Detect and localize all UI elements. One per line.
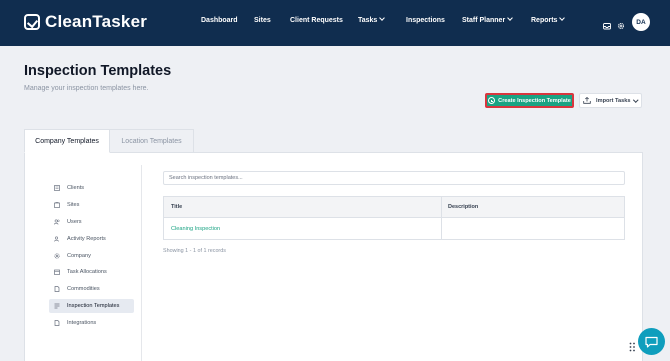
records-count: Showing 1 - 1 of 1 records — [163, 248, 226, 254]
gear-icon[interactable] — [617, 17, 625, 30]
sidebar-item-task-allocations[interactable]: Task Allocations — [49, 265, 134, 279]
sidebar-item-label: Activity Reports — [67, 236, 106, 242]
nav-staff-planner-label: Staff Planner — [462, 17, 506, 24]
nav-reports[interactable]: Reports — [531, 15, 566, 24]
sidebar-item-label: Integrations — [67, 320, 97, 326]
app-name: CleanTasker — [45, 12, 148, 31]
sidebar-item-users[interactable]: Users — [49, 215, 134, 229]
sidebar-item-label: Sites — [67, 202, 80, 208]
site-icon — [54, 202, 60, 208]
calendar-icon — [54, 269, 60, 275]
upload-icon — [583, 97, 591, 104]
document-icon — [54, 286, 60, 292]
sidebar-item-commodities[interactable]: Commodities — [49, 282, 134, 296]
nav-dashboard[interactable]: Dashboard — [201, 17, 238, 24]
nav-client-requests[interactable]: Client Requests — [290, 17, 343, 24]
nav-reports-label: Reports — [531, 17, 558, 24]
column-header-description: Description — [448, 204, 479, 210]
sidebar-item-inspection-templates[interactable]: Inspection Templates — [49, 299, 134, 313]
nav-tasks-label: Tasks — [358, 17, 378, 24]
sidebar-item-label: Inspection Templates — [67, 303, 120, 309]
page-title: Inspection Templates — [24, 63, 172, 79]
users-icon — [54, 219, 60, 225]
sidebar-item-clients[interactable]: Clients — [49, 181, 134, 195]
app-logo[interactable]: CleanTasker — [24, 12, 147, 32]
activity-icon — [54, 236, 60, 242]
sidebar-item-label: Clients — [67, 185, 85, 191]
logo-check-icon — [24, 14, 40, 30]
tab-company-templates[interactable]: Company Templates — [24, 129, 110, 153]
sidebar-item-activity-reports[interactable]: Activity Reports — [49, 232, 134, 246]
sidebar-item-company[interactable]: Company — [49, 249, 134, 263]
column-divider — [441, 197, 442, 239]
column-header-title: Title — [171, 204, 183, 210]
sidebar-item-label: Task Allocations — [67, 269, 107, 275]
nav-sites[interactable]: Sites — [254, 17, 271, 24]
page-subtitle: Manage your inspection templates here. — [24, 85, 149, 92]
import-button-label: Import Tasks — [596, 97, 631, 104]
sidebar-item-label: Users — [67, 219, 82, 225]
chat-bubble-icon — [645, 336, 658, 348]
sidebar-divider — [141, 165, 142, 361]
create-button-label: Create Inspection Template — [498, 97, 571, 104]
template-title-link[interactable]: Cleaning Inspection — [171, 226, 220, 232]
chat-support-button[interactable] — [638, 328, 665, 355]
import-tasks-button[interactable]: Import Tasks — [579, 93, 642, 108]
top-navigation-bar: CleanTasker Dashboard Sites Client Reque… — [0, 0, 670, 46]
user-avatar[interactable]: DA — [632, 13, 650, 31]
search-input[interactable] — [163, 171, 625, 185]
sidebar-item-label: Company — [67, 253, 91, 259]
chevron-down-icon — [559, 15, 566, 21]
table-header-row: Title Description — [164, 197, 624, 218]
nav-inspections[interactable]: Inspections — [406, 17, 445, 24]
drag-handle-icon[interactable] — [629, 339, 636, 352]
sidebar-item-integrations[interactable]: Integrations — [49, 316, 134, 330]
nav-staff-planner[interactable]: Staff Planner — [462, 15, 514, 24]
checklist-icon — [54, 303, 60, 309]
sidebar-item-label: Commodities — [67, 286, 100, 292]
create-inspection-template-button[interactable]: Create Inspection Template — [485, 93, 574, 108]
plus-circle-icon — [488, 97, 496, 104]
gear-icon — [54, 253, 60, 259]
document-icon — [54, 320, 60, 326]
sidebar-item-sites[interactable]: Sites — [49, 198, 134, 212]
chevron-down-icon — [507, 15, 514, 21]
inbox-icon[interactable] — [603, 17, 611, 30]
nav-tasks[interactable]: Tasks — [358, 15, 386, 24]
chevron-down-icon — [379, 15, 386, 21]
building-icon — [54, 185, 60, 191]
templates-table: Title Description Cleaning Inspection — [163, 196, 625, 240]
chevron-down-icon — [633, 97, 639, 102]
tab-location-templates[interactable]: Location Templates — [109, 129, 194, 153]
